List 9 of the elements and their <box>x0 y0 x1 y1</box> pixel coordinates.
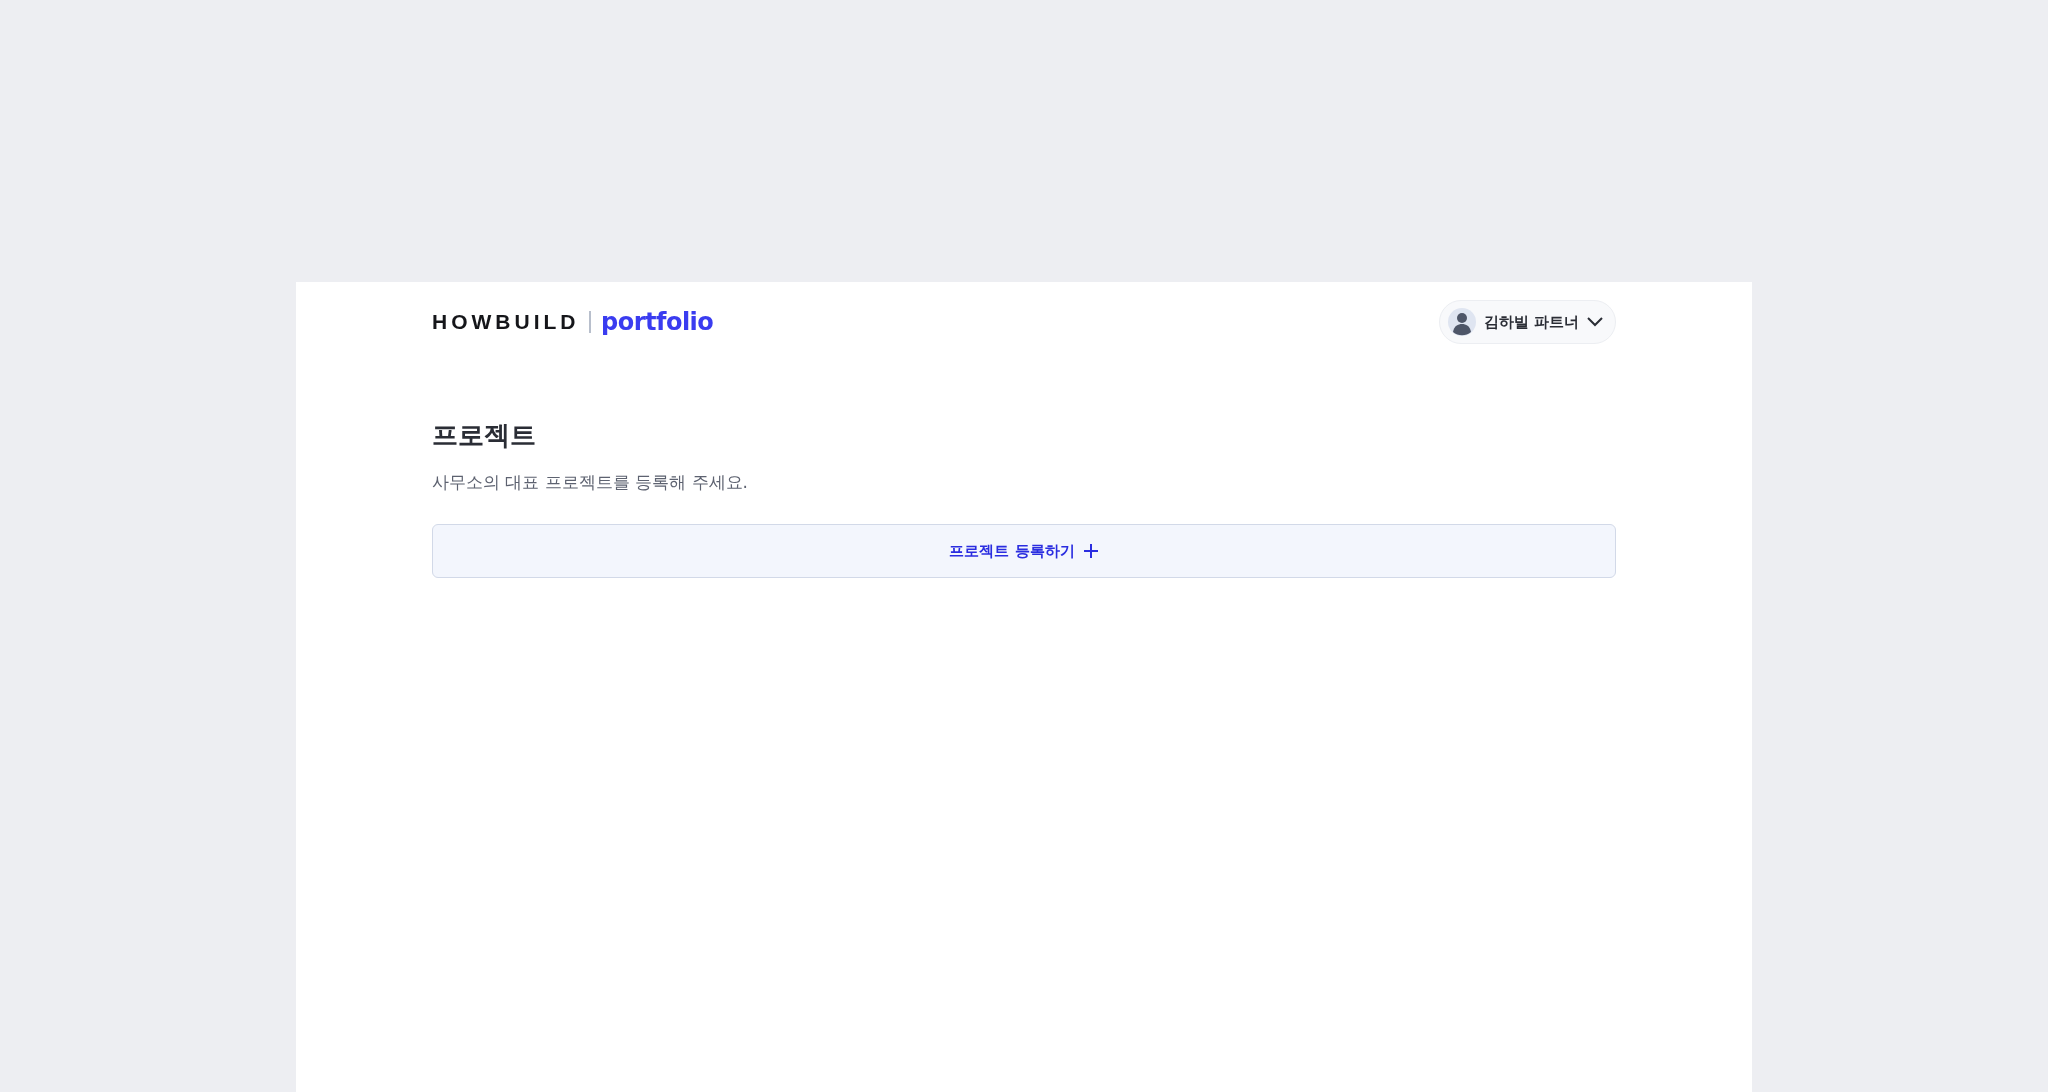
product-name: portfolio <box>601 308 714 336</box>
add-project-button[interactable]: 프로젝트 등록하기 <box>432 524 1616 578</box>
brand-logo: HOWBUILD <box>432 310 580 334</box>
plus-icon <box>1082 543 1099 559</box>
user-avatar-icon <box>1447 308 1476 336</box>
chevron-down-icon <box>1587 317 1603 327</box>
user-menu-button[interactable]: 김하빌 파트너 <box>1438 300 1616 344</box>
section-title: 프로젝트 <box>432 419 537 452</box>
section-description: 사무소의 대표 프로젝트를 등록해 주세요. <box>432 471 750 494</box>
